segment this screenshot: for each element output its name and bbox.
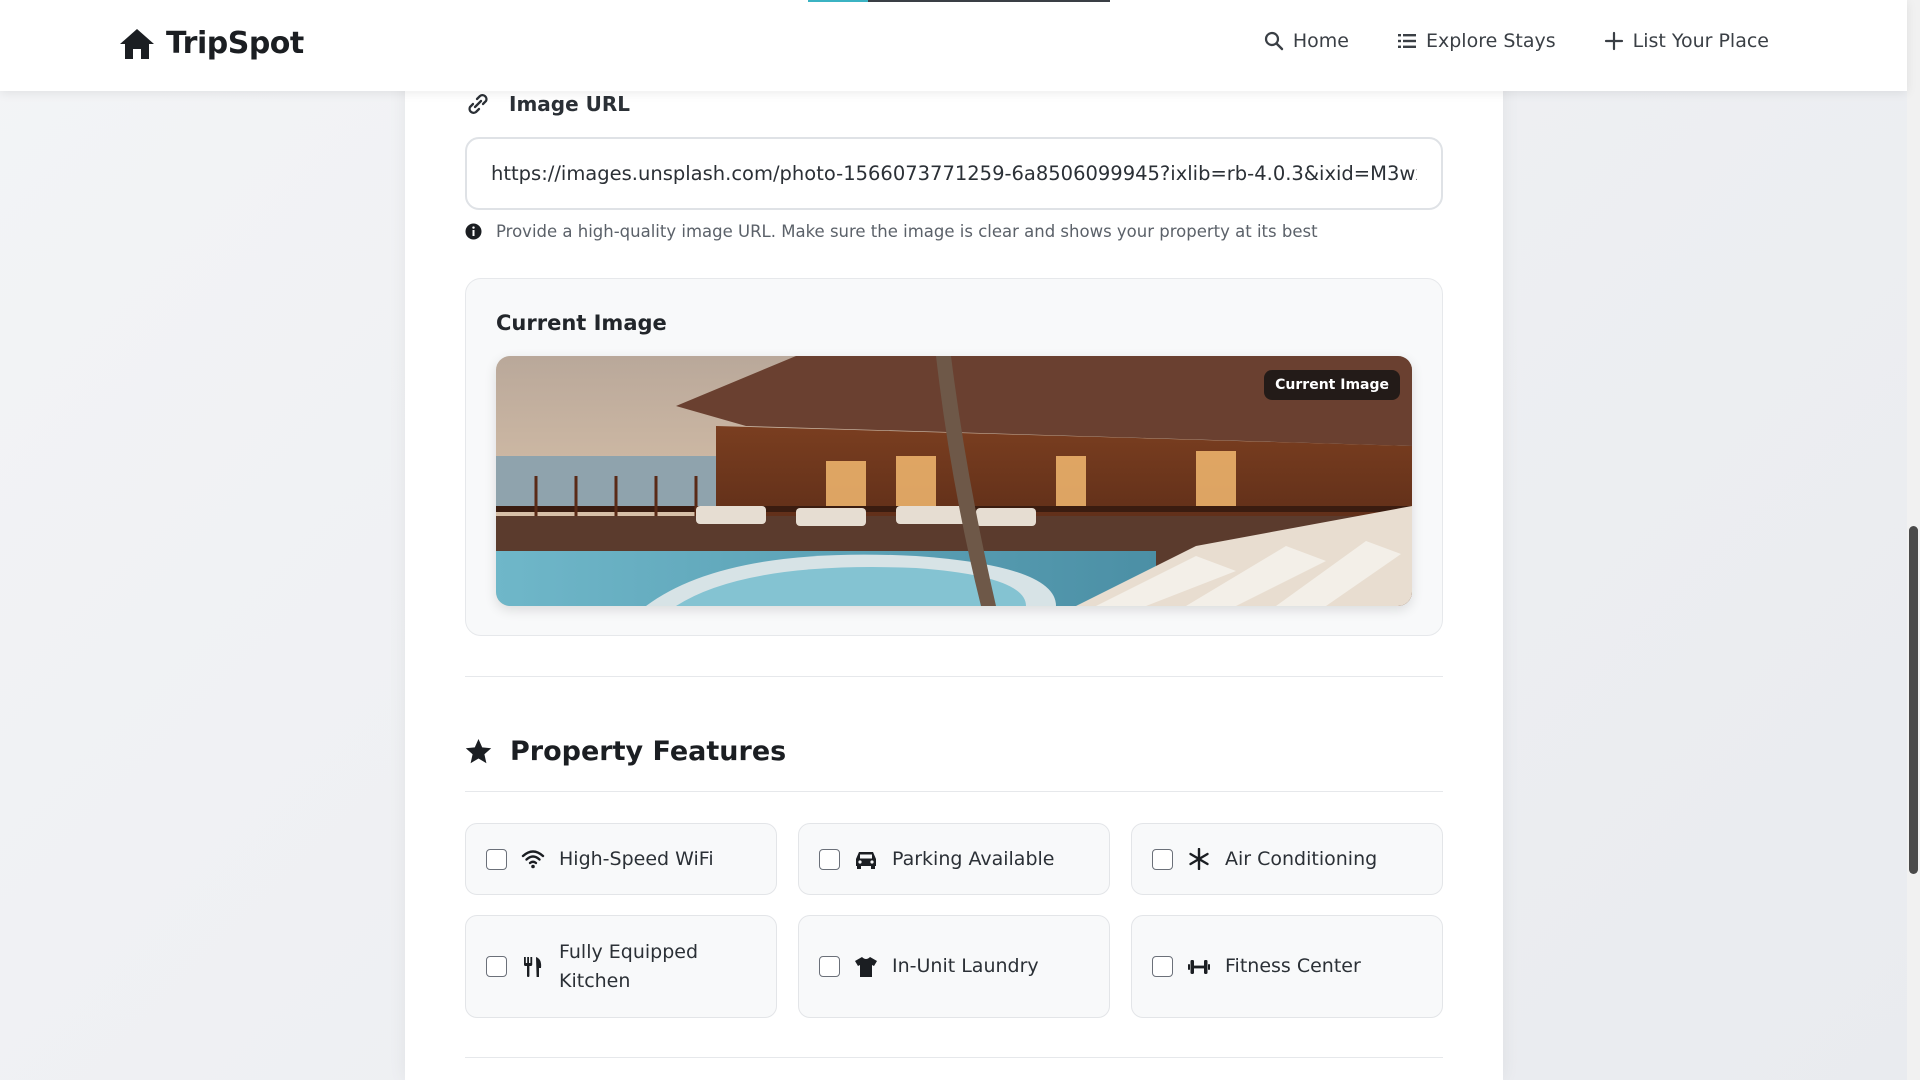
property-features-title: Property Features [510, 736, 787, 767]
page-scrollbar[interactable] [1907, 0, 1920, 1080]
feature-label: Parking Available [892, 847, 1055, 870]
feature-label: Fully Equipped Kitchen [559, 940, 699, 992]
current-image-panel: Current Image Current Image [465, 278, 1443, 636]
scrollbar-thumb[interactable] [1909, 526, 1918, 874]
top-navbar: TripSpot Home Explore Stays List Your Pl… [0, 0, 1907, 91]
nav-home-label: Home [1292, 30, 1349, 52]
feature-checkbox[interactable] [486, 848, 507, 870]
info-icon [465, 223, 482, 240]
feature-kitchen[interactable]: Fully Equipped Kitchen [465, 915, 777, 1018]
feature-checkbox[interactable] [819, 848, 840, 870]
nav-home[interactable]: Home [1264, 30, 1349, 52]
feature-checkbox[interactable] [1152, 848, 1173, 870]
nav-list-your-place[interactable]: List Your Place [1604, 30, 1769, 52]
nav-list-your-place-label: List Your Place [1632, 30, 1769, 52]
brand-name: TripSpot [166, 26, 304, 61]
nav-links: Home Explore Stays List Your Place [1264, 30, 1769, 52]
wifi-icon [521, 850, 545, 869]
current-image-title: Current Image [496, 311, 667, 335]
feature-checkbox[interactable] [486, 956, 507, 977]
brand-logo[interactable]: TripSpot [118, 26, 304, 61]
nav-explore-stays-label: Explore Stays [1425, 30, 1556, 52]
house-icon [120, 28, 154, 59]
snowflake-icon [1189, 848, 1209, 870]
feature-parking[interactable]: Parking Available [798, 823, 1110, 895]
star-icon [465, 739, 492, 764]
search-icon [1264, 31, 1284, 51]
image-url-label-text: Image URL [509, 92, 631, 116]
listing-form-card: Image URL Provide a high-quality image U… [405, 0, 1503, 1080]
feature-label: Air Conditioning [1225, 847, 1378, 870]
scroll-progress-bar [808, 0, 1110, 2]
current-image-badge: Current Image [1264, 370, 1400, 400]
utensils-icon [524, 956, 542, 977]
link-icon [468, 94, 488, 114]
nav-explore-stays[interactable]: Explore Stays [1397, 30, 1556, 52]
feature-laundry[interactable]: In-Unit Laundry [798, 915, 1110, 1018]
section-divider [465, 676, 1443, 677]
property-features-heading: Property Features [465, 736, 1443, 767]
feature-label: In-Unit Laundry [892, 955, 1039, 977]
section-divider [465, 1057, 1443, 1058]
feature-label: High-Speed WiFi [559, 847, 714, 870]
image-url-input[interactable] [465, 137, 1443, 210]
feature-fitness-center[interactable]: Fitness Center [1131, 915, 1443, 1018]
list-icon [1397, 34, 1416, 48]
dumbbell-icon [1188, 959, 1210, 974]
image-url-hint: Provide a high-quality image URL. Make s… [465, 222, 1443, 241]
image-url-label: Image URL [465, 92, 1443, 116]
plus-icon [1604, 31, 1623, 51]
shirt-icon [855, 956, 877, 977]
feature-wifi[interactable]: High-Speed WiFi [465, 823, 777, 895]
feature-checkbox[interactable] [819, 956, 840, 977]
car-icon [856, 852, 876, 869]
features-grid: High-Speed WiFi Parking Available Air Co… [465, 823, 1443, 1018]
scroll-progress-accent [808, 0, 868, 2]
current-image-preview: Current Image [496, 356, 1412, 606]
feature-air-conditioning[interactable]: Air Conditioning [1131, 823, 1443, 895]
feature-label: Fitness Center [1225, 955, 1361, 977]
image-url-hint-text: Provide a high-quality image URL. Make s… [496, 222, 1318, 241]
feature-checkbox[interactable] [1152, 956, 1173, 977]
section-divider [465, 791, 1443, 792]
